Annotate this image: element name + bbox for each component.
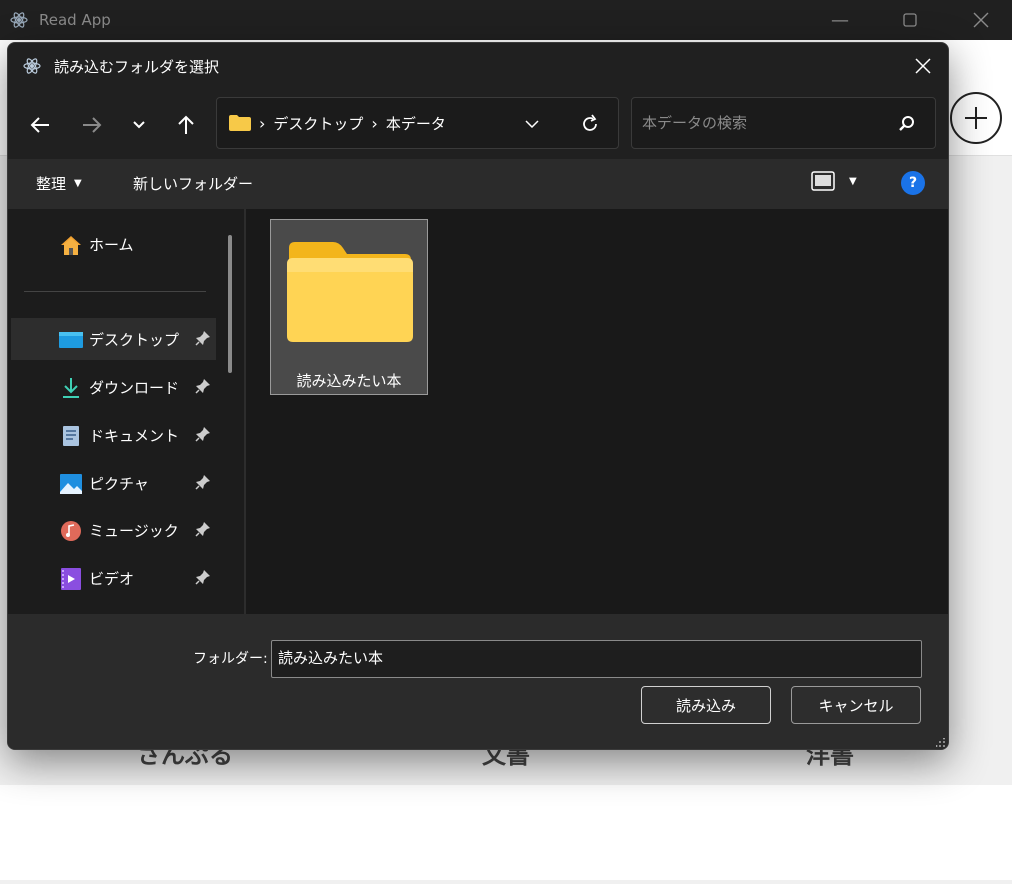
dialog-titlebar: 読み込むフォルダを選択 — [8, 43, 948, 89]
dialog-app-icon — [22, 56, 42, 76]
app-titlebar: Read App — — [0, 0, 1012, 40]
nav-divider — [24, 291, 206, 292]
pictures-icon — [59, 472, 83, 496]
nav-item-videos[interactable]: ビデオ — [11, 557, 216, 599]
nav-item-desktop[interactable]: デスクトップ — [11, 318, 216, 360]
organize-label: 整理 — [36, 175, 67, 193]
organize-menu-button[interactable]: 整理 ▼ — [36, 173, 82, 194]
video-icon — [59, 567, 83, 591]
search-box — [631, 97, 936, 149]
nav-item-label: ダウンロード — [89, 379, 180, 397]
new-folder-button[interactable]: 新しいフォルダー — [133, 173, 253, 194]
nav-item-pictures[interactable]: ピクチャ — [11, 462, 216, 504]
pin-icon[interactable] — [195, 330, 211, 346]
pin-icon[interactable] — [195, 474, 211, 490]
pin-icon[interactable] — [195, 426, 211, 442]
nav-item-label: ミュージック — [89, 522, 179, 540]
documents-icon — [59, 424, 83, 448]
search-icon[interactable] — [897, 114, 917, 134]
nav-item-label: ピクチャ — [89, 475, 149, 493]
nav-item-label: ホーム — [89, 236, 134, 254]
maximize-button[interactable] — [887, 0, 933, 40]
nav-item-label: ドキュメント — [89, 427, 180, 445]
file-list: 読み込みたい本 — [246, 209, 948, 614]
app-title: Read App — [39, 11, 111, 29]
caret-down-icon: ▼ — [74, 178, 82, 189]
arrow-up-icon — [178, 115, 194, 134]
nav-item-music[interactable]: ミュージック — [11, 509, 216, 551]
cancel-button[interactable]: キャンセル — [791, 686, 921, 724]
maximize-icon — [903, 13, 917, 27]
app-logo-icon — [9, 10, 29, 30]
breadcrumb-book-data[interactable]: 本データ — [386, 113, 446, 134]
breadcrumb-separator: › — [371, 113, 378, 133]
close-icon — [973, 12, 989, 28]
folder-picker-dialog: 読み込むフォルダを選択 › デスクトップ › 本データ 本データの検索 整理 ▼… — [7, 42, 949, 750]
view-icon — [811, 171, 835, 191]
resize-grip-icon[interactable] — [936, 738, 946, 748]
nav-item-label: デスクトップ — [89, 331, 180, 349]
address-history-button[interactable] — [518, 110, 546, 138]
pin-icon[interactable] — [195, 521, 211, 537]
refresh-button[interactable] — [576, 110, 604, 138]
breadcrumb-separator: › — [259, 113, 266, 133]
nav-item-label: ビデオ — [89, 570, 135, 588]
app-bottom-panel — [0, 785, 1012, 880]
home-icon — [59, 233, 83, 257]
back-button[interactable] — [22, 107, 58, 143]
new-folder-label: 新しいフォルダー — [133, 175, 254, 193]
load-button[interactable]: 読み込み — [641, 686, 771, 724]
navigation-pane: ホーム デスクトップ ダウンロード ドキュメント ピクチャ ミュージック ビデオ — [8, 209, 244, 614]
help-icon: ? — [908, 175, 918, 191]
pin-icon[interactable] — [195, 569, 211, 585]
up-button[interactable] — [168, 107, 204, 143]
folder-name-field[interactable]: 読み込みたい本 — [271, 640, 922, 678]
nav-pane-scrollbar[interactable] — [228, 235, 232, 373]
desktop-icon — [59, 328, 83, 352]
navigation-bar: › デスクトップ › 本データ — [8, 89, 948, 159]
forward-button[interactable] — [74, 107, 110, 143]
nav-item-documents[interactable]: ドキュメント — [11, 414, 216, 456]
nav-item-home[interactable]: ホーム — [11, 223, 216, 265]
plus-icon — [965, 107, 987, 129]
dialog-title: 読み込むフォルダを選択 — [54, 57, 220, 76]
dialog-footer: フォルダー: 読み込みたい本 読み込み キャンセル — [8, 614, 948, 749]
chevron-down-icon — [525, 120, 539, 129]
view-options-button[interactable]: ▼ — [811, 171, 857, 191]
folder-icon — [229, 115, 251, 131]
chevron-down-icon — [133, 121, 145, 129]
help-button[interactable]: ? — [901, 171, 925, 195]
breadcrumb-desktop[interactable]: デスクトップ — [273, 113, 363, 134]
arrow-right-icon — [83, 117, 102, 133]
recent-locations-button[interactable] — [121, 107, 157, 143]
pin-icon[interactable] — [195, 378, 211, 394]
close-icon — [915, 58, 931, 74]
music-icon — [59, 519, 83, 543]
folder-field-label: フォルダー: — [193, 651, 268, 667]
address-bar[interactable]: › デスクトップ › 本データ — [216, 97, 619, 149]
add-book-button[interactable] — [950, 92, 1002, 144]
refresh-icon — [583, 114, 597, 131]
folder-name: 読み込みたい本 — [296, 372, 402, 390]
nav-item-downloads[interactable]: ダウンロード — [11, 366, 216, 408]
folder-item[interactable]: 読み込みたい本 — [270, 219, 428, 395]
dialog-close-button[interactable] — [904, 47, 942, 85]
caret-down-icon: ▼ — [849, 175, 857, 187]
command-bar: 整理 ▼ 新しいフォルダー ▼ ? — [8, 159, 948, 209]
arrow-left-icon — [30, 117, 49, 133]
search-input[interactable] — [642, 112, 882, 134]
minimize-button[interactable]: — — [817, 0, 863, 40]
app-close-button[interactable] — [958, 0, 1004, 40]
folder-icon — [287, 242, 413, 342]
download-icon — [59, 376, 83, 400]
